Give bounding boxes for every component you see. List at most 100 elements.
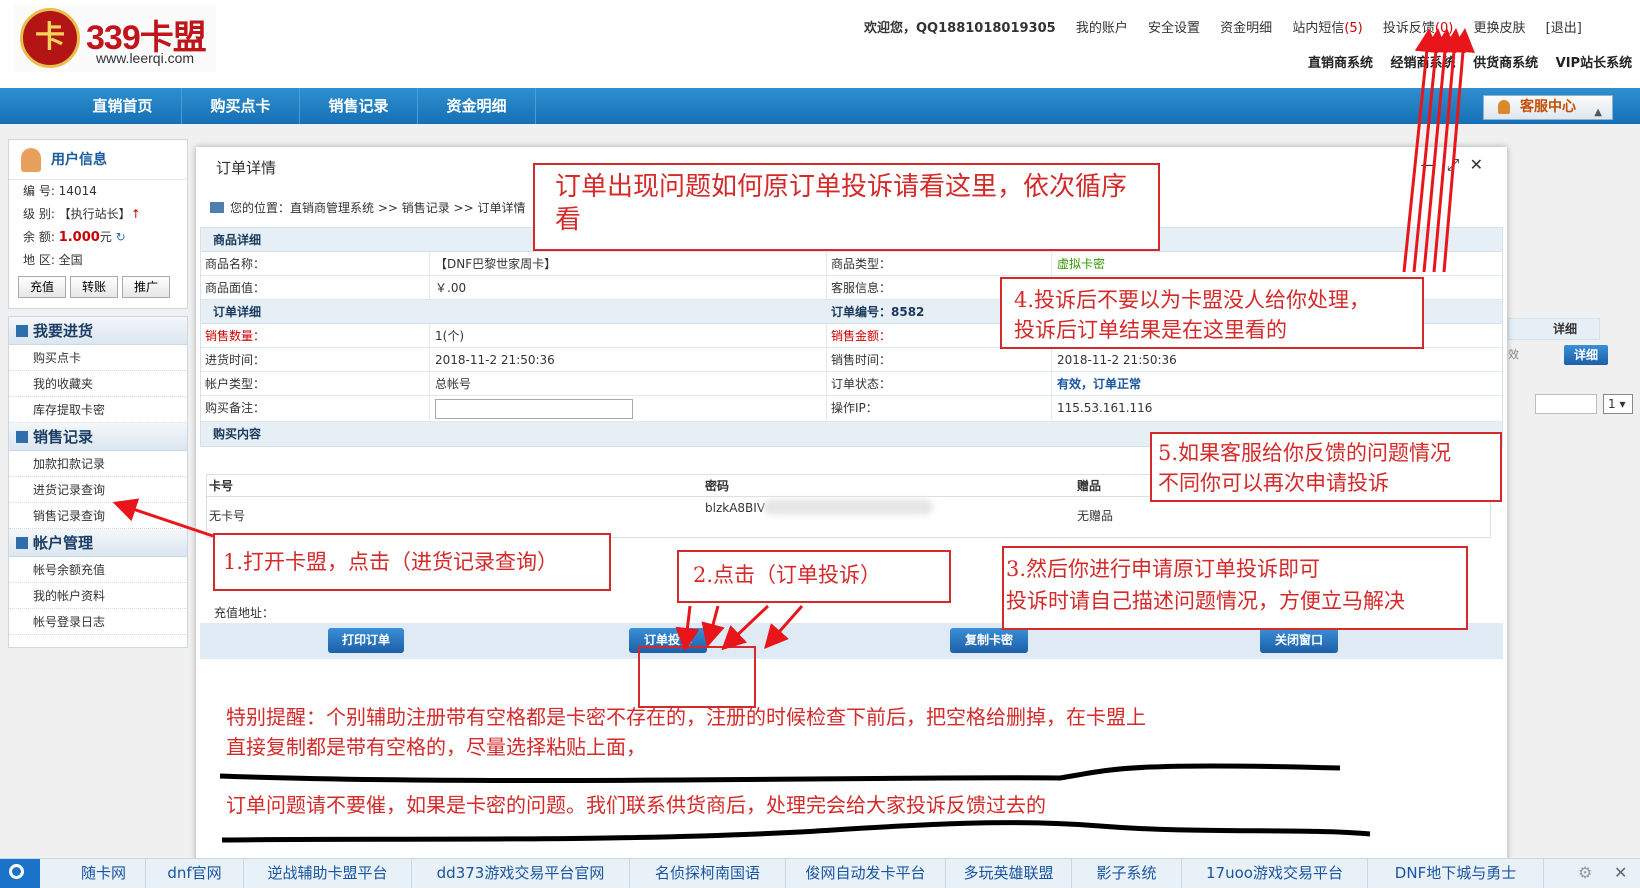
field-label: 进货时间：	[205, 353, 266, 367]
bottom-link[interactable]: 影子系统	[1072, 859, 1182, 888]
bottom-link[interactable]: DNF地下城与勇士	[1368, 859, 1544, 888]
bg-detail-button[interactable]: 详细	[1564, 345, 1608, 365]
nav-sales-records[interactable]: 销售记录	[300, 88, 418, 124]
close-window-button[interactable]: 关闭窗口	[1260, 628, 1338, 653]
annotation-5-line-2: 不同你可以再次申请投诉	[1158, 471, 1389, 495]
complaints-link[interactable]: 投诉反馈(0)	[1383, 21, 1453, 36]
transfer-button[interactable]: 转账	[70, 276, 118, 298]
table-row: 商品名称： 【DNF巴黎世家周卡】 商品类型： 虚拟卡密	[201, 252, 1502, 276]
print-order-button[interactable]: 打印订单	[328, 628, 404, 653]
page-select-value: 1	[1608, 397, 1616, 411]
my-account-link[interactable]: 我的账户	[1076, 21, 1128, 36]
bottom-link[interactable]: 随卡网	[62, 859, 146, 888]
close-icon[interactable]: ✕	[1470, 155, 1483, 174]
bottom-link[interactable]: 多玩英雄联盟	[946, 859, 1072, 888]
security-settings-link[interactable]: 安全设置	[1148, 21, 1200, 36]
field-label: 客服信息：	[831, 281, 892, 295]
user-id: 编 号: 14014	[23, 184, 97, 198]
system-link-vip[interactable]: VIP站长系统	[1556, 56, 1632, 71]
col-password: 密码	[705, 479, 730, 493]
nav-buy-cards[interactable]: 购买点卡	[182, 88, 300, 124]
dialog-controls: — ⤢ ✕	[1420, 155, 1483, 175]
user-info-header: 用户信息	[9, 140, 187, 180]
system-link-supplier[interactable]: 供货商系统	[1473, 56, 1538, 71]
field-label: 商品类型：	[831, 257, 892, 271]
gift-value: 无赠品	[1077, 509, 1114, 523]
field-label: 销售时间：	[831, 353, 892, 367]
recharge-address-label: 充值地址：	[214, 606, 275, 620]
annotation-box-1: 1.打开卡盟，点击（进货记录查询）	[213, 533, 611, 591]
menu-item-account-profile[interactable]: 我的帐户资料	[9, 583, 187, 609]
funds-detail-link[interactable]: 资金明细	[1220, 21, 1272, 36]
logout-link[interactable]: [退出]	[1546, 21, 1582, 36]
search-icon	[9, 864, 24, 879]
search-button[interactable]	[0, 859, 40, 888]
menu-item-fund-records[interactable]: 加款扣款记录	[9, 451, 187, 477]
complaints-label: 投诉反馈	[1382, 21, 1435, 36]
breadcrumb-text: 您的位置：直销商管理系统 >> 销售记录 >> 订单详情	[230, 201, 526, 215]
user-level-text: 级 别: 【执行站长】	[23, 207, 131, 221]
quantity-value: 1(个)	[435, 329, 464, 343]
account-icon	[16, 537, 28, 549]
menu-section-account[interactable]: 帐户管理	[9, 529, 187, 557]
recharge-button[interactable]: 充值	[18, 276, 66, 298]
customer-service-button[interactable]: 客服中心 ▲	[1483, 95, 1613, 120]
notice-line-3: 订单问题请不要催，如果是卡密的问题。我们联系供货商后，处理完会给大家投诉反馈过去…	[226, 793, 1046, 817]
user-info-title: 用户信息	[51, 152, 107, 168]
sale-time-value: 2018-11-2 21:50:36	[1057, 353, 1177, 367]
table-row: 购买备注： 操作IP： 115.53.161.116	[201, 396, 1502, 422]
nav-funds[interactable]: 资金明细	[418, 88, 536, 124]
bottom-link[interactable]: dnf官网	[146, 859, 244, 888]
refresh-icon[interactable]: ↻	[116, 230, 126, 244]
menu-item-buy-cards[interactable]: 购买点卡	[9, 345, 187, 371]
field-label: 商品面值：	[205, 281, 266, 295]
annotation-4-line-2: 投诉后订单结果是在这里看的	[1014, 318, 1287, 342]
promote-button[interactable]: 推广	[122, 276, 170, 298]
bottom-link[interactable]: 17uoo游戏交易平台	[1182, 859, 1368, 888]
annotation-5-line-1: 5.如果客服给你反馈的问题情况	[1158, 441, 1452, 465]
card-no-value: 无卡号	[209, 509, 246, 523]
nav-direct-home[interactable]: 直销首页	[64, 88, 182, 124]
balance-unit: 元	[99, 230, 112, 244]
close-icon[interactable]: ✕	[1614, 863, 1627, 882]
field-label: 销售金额：	[831, 329, 892, 343]
breadcrumb: 您的位置：直销商管理系统 >> 销售记录 >> 订单详情	[210, 199, 525, 216]
menu-section-label: 我要进货	[33, 322, 94, 340]
bg-page-input[interactable]	[1535, 394, 1597, 414]
col-card-no: 卡号	[209, 479, 234, 493]
menu-item-favorites[interactable]: 我的收藏夹	[9, 371, 187, 397]
notice-line-1: 特别提醒：个别辅助注册带有空格都是卡密不存在的，注册的时候检查下前后，把空格给删…	[226, 705, 1146, 729]
bottom-link[interactable]: dd373游戏交易平台官网	[412, 859, 630, 888]
bottom-link[interactable]: 逆战辅助卡盟平台	[244, 859, 412, 888]
site-logo[interactable]: 卡 339卡盟 www.leerqi.com	[14, 4, 216, 72]
menu-item-stock-extract[interactable]: 库存提取卡密	[9, 397, 187, 423]
balance-value: 1.000	[58, 230, 100, 245]
purchase-note-textarea[interactable]	[435, 399, 633, 419]
menu-item-purchase-records[interactable]: 进货记录查询	[9, 477, 187, 503]
menu-item-login-log[interactable]: 帐号登录日志	[9, 609, 187, 635]
annotation-1-text: 1.打开卡盟，点击（进货记录查询）	[223, 550, 559, 574]
gear-icon[interactable]: ⚙	[1578, 863, 1592, 882]
bg-page-select[interactable]: 1 ▾	[1603, 394, 1633, 414]
field-label: 销售数量：	[205, 329, 266, 343]
annotation-intro-text: 订单出现问题如何原订单投诉请看这里，依次循序看	[555, 172, 1128, 235]
menu-item-sales-records[interactable]: 销售记录查询	[9, 503, 187, 529]
maximize-icon[interactable]: ⤢	[1447, 155, 1460, 174]
copy-card-button[interactable]: 复制卡密	[950, 628, 1028, 653]
messages-link[interactable]: 站内短信(5)	[1292, 21, 1362, 36]
messages-label: 站内短信	[1292, 21, 1345, 36]
menu-item-balance-recharge[interactable]: 帐号余额充值	[9, 557, 187, 583]
menu-section-label: 帐户管理	[33, 534, 94, 552]
ip-value: 115.53.161.116	[1057, 401, 1153, 415]
minimize-icon[interactable]: —	[1420, 155, 1436, 174]
system-link-direct[interactable]: 直销商系统	[1308, 56, 1373, 71]
system-link-dealer[interactable]: 经销商系统	[1391, 56, 1456, 71]
bottom-link[interactable]: 俊网自动发卡平台	[786, 859, 946, 888]
highlight-complaint-button	[638, 646, 756, 708]
change-skin-link[interactable]: 更换皮肤	[1473, 21, 1525, 36]
menu-section-sales[interactable]: 销售记录	[9, 423, 187, 451]
blurred-password	[763, 499, 933, 515]
menu-section-purchase[interactable]: 我要进货	[9, 317, 187, 345]
bottom-link[interactable]: 名侦探柯南国语	[630, 859, 786, 888]
logo-url: www.leerqi.com	[96, 50, 195, 66]
